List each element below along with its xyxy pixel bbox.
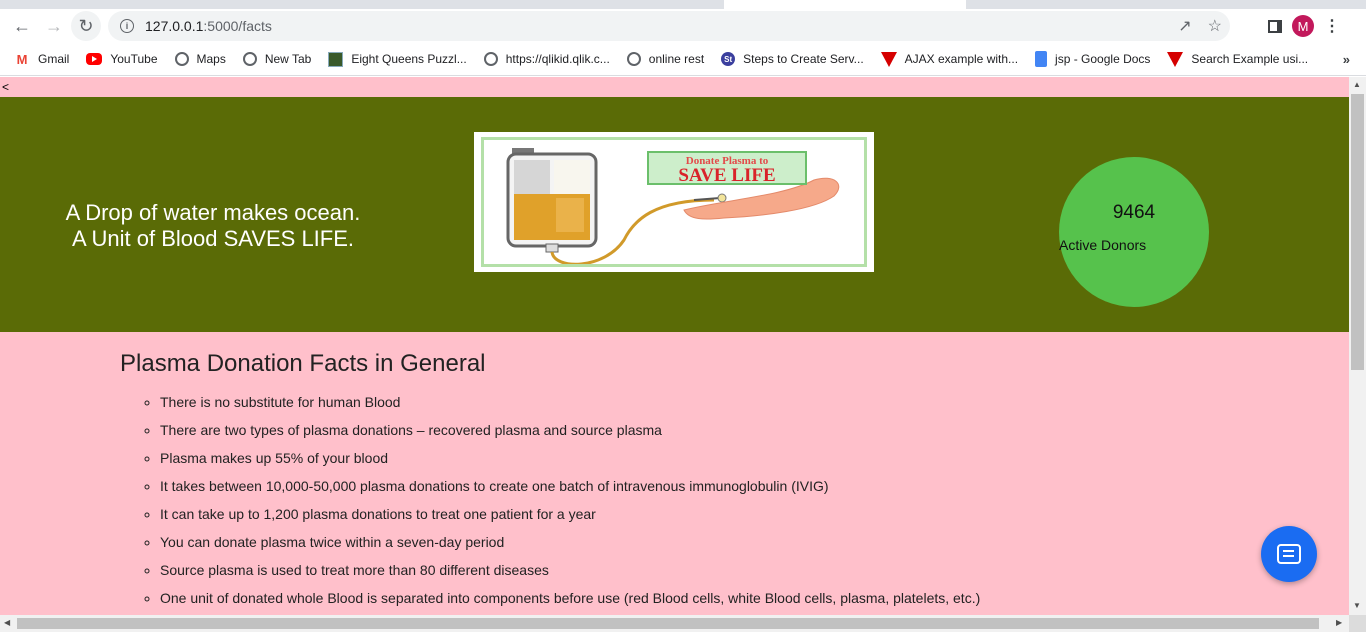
bookmark-label: Eight Queens Puzzl... xyxy=(351,52,467,66)
globe-icon xyxy=(626,52,641,66)
bookmark-label: AJAX example with... xyxy=(904,52,1019,66)
profile-avatar[interactable]: M xyxy=(1292,15,1314,37)
list-item: It can take up to 1,200 plasma donations… xyxy=(160,505,980,533)
menu-kebab-icon[interactable]: ⋮ xyxy=(1324,16,1340,36)
tab-strip xyxy=(0,0,1366,9)
back-link[interactable]: < xyxy=(2,80,9,94)
address-bar[interactable]: i 127.0.0.1:5000/facts ↗ ☆ xyxy=(108,11,1230,41)
side-panel-icon[interactable] xyxy=(1268,19,1282,33)
donor-label: Active Donors xyxy=(1059,237,1147,253)
bag-empty-right xyxy=(554,160,590,194)
scroll-right-icon[interactable]: ▶ xyxy=(1336,618,1342,627)
bookmarks-bar: M Gmail YouTube Maps New Tab Eight Queens… xyxy=(0,43,1366,76)
bookmarks-overflow-button[interactable]: » xyxy=(1343,52,1350,67)
list-item: There is no substitute for human Blood xyxy=(160,393,980,421)
bookmark-label: Steps to Create Serv... xyxy=(743,52,864,66)
forward-arrow-icon[interactable]: → xyxy=(39,11,69,41)
facts-title: Plasma Donation Facts in General xyxy=(120,350,486,377)
st-icon: St xyxy=(721,52,736,66)
globe-icon xyxy=(242,52,257,66)
list-item: There are two types of plasma donations … xyxy=(160,421,980,449)
active-donors-circle: 9464 Active Donors xyxy=(1059,157,1209,307)
scroll-down-icon[interactable]: ▼ xyxy=(1353,601,1361,610)
bookmark-gmail[interactable]: M Gmail xyxy=(14,51,70,67)
page-viewport: < A Drop of water makes ocean. A Unit of… xyxy=(0,77,1349,615)
vertical-scrollbar[interactable]: ▲ ▼ xyxy=(1349,77,1366,615)
motto-text: A Drop of water makes ocean. A Unit of B… xyxy=(40,200,386,252)
url-text[interactable]: 127.0.0.1:5000/facts xyxy=(145,18,272,34)
red-triangle-icon xyxy=(880,51,897,67)
bookmark-online-rest[interactable]: online rest xyxy=(626,52,705,66)
bookmark-label: jsp - Google Docs xyxy=(1055,52,1151,66)
bookmark-label: New Tab xyxy=(264,52,312,66)
facts-list: There is no substitute for human Blood T… xyxy=(160,393,980,615)
motto-line-2: A Unit of Blood SAVES LIFE. xyxy=(71,226,355,251)
youtube-icon xyxy=(86,53,103,65)
bookmark-search-example[interactable]: Search Example usi... xyxy=(1167,51,1309,67)
bag-plasma-highlight xyxy=(556,198,584,232)
bookmark-star-icon[interactable]: ☆ xyxy=(1208,16,1222,36)
donor-count: 9464 xyxy=(1112,202,1156,223)
poster-label-main: SAVE LIFE xyxy=(678,165,775,186)
bookmark-label: YouTube xyxy=(110,52,158,66)
list-item: Plasma makes up 55% of your blood xyxy=(160,449,980,477)
bookmark-label: Gmail xyxy=(38,52,70,66)
list-item: You can donate plasma twice within a sev… xyxy=(160,533,980,561)
url-host: 127.0.0.1 xyxy=(145,18,204,34)
horizontal-scroll-thumb[interactable] xyxy=(17,618,1319,629)
bookmark-label: Search Example usi... xyxy=(1191,52,1309,66)
bookmark-label: Maps xyxy=(196,52,226,66)
bookmark-ajax[interactable]: AJAX example with... xyxy=(880,51,1019,67)
scroll-left-icon[interactable]: ◀ xyxy=(4,618,10,627)
chat-icon xyxy=(1277,544,1301,564)
poster-frame: Donate Plasma to SAVE LIFE xyxy=(481,137,867,267)
reload-icon[interactable]: ↻ xyxy=(71,11,101,41)
bookmark-new-tab[interactable]: New Tab xyxy=(242,52,312,66)
bookmark-jsp-docs[interactable]: jsp - Google Docs xyxy=(1035,51,1150,67)
bookmark-maps[interactable]: Maps xyxy=(174,52,226,66)
chat-button[interactable] xyxy=(1261,526,1317,582)
list-item: Source plasma is used to treat more than… xyxy=(160,561,980,589)
browser-toolbar: ← → ↻ i 127.0.0.1:5000/facts ↗ ☆ M ⋮ xyxy=(0,9,1366,43)
globe-icon xyxy=(174,52,189,66)
motto-line-1: A Drop of water makes ocean. xyxy=(65,200,361,225)
list-item: It takes between 10,000-50,000 plasma do… xyxy=(160,477,980,505)
bookmark-label: https://qlikid.qlik.c... xyxy=(505,52,610,66)
bookmark-steps[interactable]: St Steps to Create Serv... xyxy=(721,52,864,66)
bookmark-qlikid[interactable]: https://qlikid.qlik.c... xyxy=(483,52,610,66)
gmail-icon: M xyxy=(16,51,28,67)
needle xyxy=(693,197,721,201)
needle-hub xyxy=(717,193,727,203)
bookmark-label: online rest xyxy=(648,52,705,66)
bag-port xyxy=(545,243,559,253)
globe-icon xyxy=(483,52,498,66)
scroll-up-icon[interactable]: ▲ xyxy=(1353,80,1361,89)
horizontal-scrollbar[interactable]: ◀ ▶ xyxy=(0,615,1349,632)
bag-empty-left xyxy=(514,160,550,194)
share-icon[interactable]: ↗ xyxy=(1178,16,1191,36)
bookmark-eight-queens[interactable]: Eight Queens Puzzl... xyxy=(328,51,467,67)
bookmark-youtube[interactable]: YouTube xyxy=(86,52,158,66)
puzzle-icon xyxy=(328,51,344,67)
info-icon[interactable]: i xyxy=(120,19,134,33)
donate-plasma-poster: Donate Plasma to SAVE LIFE xyxy=(474,132,874,272)
vertical-scroll-thumb[interactable] xyxy=(1351,94,1364,370)
active-tab[interactable] xyxy=(724,0,966,9)
back-arrow-icon[interactable]: ← xyxy=(7,11,37,41)
scrollbar-corner xyxy=(1349,615,1366,632)
docs-icon xyxy=(1035,51,1048,67)
url-path: :5000/facts xyxy=(203,18,272,34)
red-triangle-icon xyxy=(1167,51,1184,67)
list-item: One unit of donated whole Blood is separ… xyxy=(160,589,980,615)
plasma-bag-illustration: Donate Plasma to SAVE LIFE xyxy=(506,148,840,266)
